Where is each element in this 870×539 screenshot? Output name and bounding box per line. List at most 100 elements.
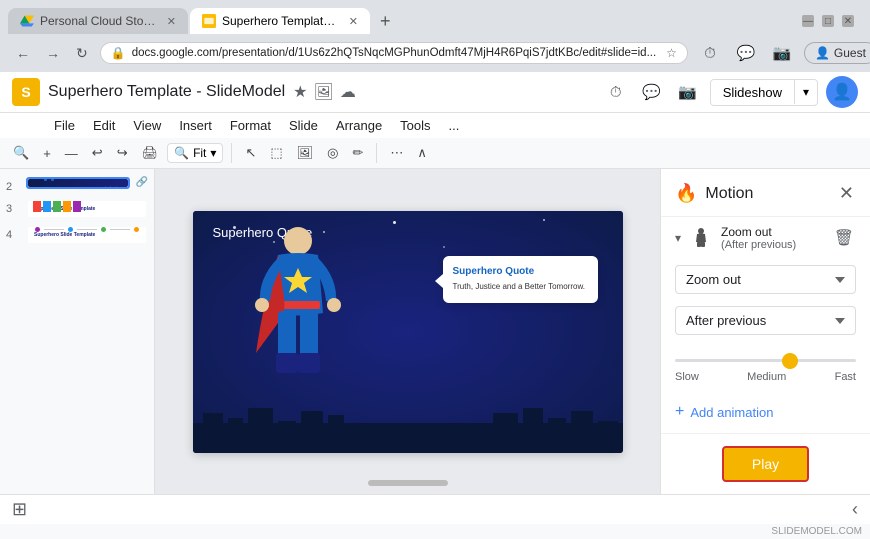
animation-item: ▾ Zoom out (After previous) 🗑 bbox=[661, 217, 870, 259]
close-button[interactable]: ✕ bbox=[842, 15, 854, 27]
watermark: SLIDEMODEL.COM bbox=[0, 524, 870, 539]
zoom-out-tool[interactable]: 🔍 bbox=[8, 142, 34, 164]
bookmark-icon[interactable]: ☆ bbox=[666, 46, 677, 60]
star-icon[interactable]: ★ bbox=[293, 82, 307, 102]
menu-view[interactable]: View bbox=[125, 115, 169, 136]
motion-panel-close-button[interactable]: ✕ bbox=[837, 181, 856, 206]
history-button[interactable]: ⏱ bbox=[696, 39, 724, 67]
back-button[interactable]: ← bbox=[12, 43, 34, 63]
url-text: docs.google.com/presentation/d/1Us6z2hQT… bbox=[132, 47, 656, 59]
medium-label: Medium bbox=[747, 371, 786, 383]
horizontal-scrollbar[interactable] bbox=[368, 480, 448, 486]
minimize-button[interactable]: — bbox=[802, 15, 814, 27]
tab-1-title: Personal Cloud Storage & File St... bbox=[40, 14, 157, 28]
more-tools[interactable]: ⋯ bbox=[385, 142, 408, 164]
undo-history-button[interactable]: ⏱ bbox=[602, 78, 630, 106]
menu-slide[interactable]: Slide bbox=[281, 115, 326, 136]
slide-thumb-3[interactable]: 3 Superhero Slide Template bbox=[6, 199, 148, 219]
comments-button[interactable]: 💬 bbox=[638, 78, 666, 106]
slide-num-3: 3 bbox=[6, 199, 20, 215]
slide-nav: ‹ bbox=[852, 499, 858, 520]
slide-num-4: 4 bbox=[6, 225, 20, 241]
meet-button[interactable]: 📷 bbox=[674, 78, 702, 106]
redo-tool[interactable]: ↪ bbox=[112, 142, 133, 164]
trigger-dropdown[interactable]: After previous On click With previous bbox=[675, 306, 856, 335]
quote-box: Superhero Quote Truth, Justice and a Bet… bbox=[443, 256, 598, 303]
account-icon: 👤 bbox=[815, 46, 830, 60]
window-controls: — □ ✕ bbox=[802, 15, 862, 27]
animation-name: Zoom out bbox=[721, 225, 824, 239]
shapes-tool[interactable]: ◎ bbox=[322, 142, 343, 164]
undo-tool[interactable]: ↩ bbox=[87, 142, 108, 164]
collaborate-button[interactable]: 👤 bbox=[826, 76, 858, 108]
guest-button[interactable]: 👤 Guest bbox=[804, 42, 870, 64]
slide-num-2: 2 bbox=[6, 177, 20, 193]
slide-link-icon-2: 🔗 bbox=[136, 177, 148, 188]
cast-button[interactable]: 💬 bbox=[732, 39, 760, 67]
cloud-icon[interactable]: ☁ bbox=[340, 82, 356, 102]
zoom-fit-box[interactable]: 🔍 Fit ▾ bbox=[167, 143, 223, 163]
doc-title: Superhero Template - SlideModel bbox=[48, 83, 285, 101]
slideshow-dropdown-button[interactable]: ▾ bbox=[794, 80, 817, 104]
guest-label: Guest bbox=[834, 46, 866, 60]
address-bar: ← → ↻ 🔒 docs.google.com/presentation/d/1… bbox=[0, 34, 870, 72]
effect-dropdown-row: Zoom out Zoom in Fade Fly in Bounce bbox=[661, 259, 870, 300]
motion-title-row: 🔥 Motion bbox=[675, 183, 753, 204]
play-row: Play bbox=[661, 433, 870, 494]
line-tool[interactable]: ✏ bbox=[348, 142, 369, 164]
browser-tab-2[interactable]: Superhero Template - SlideModel... ✕ bbox=[190, 8, 370, 34]
play-button[interactable]: Play bbox=[722, 446, 809, 482]
slide-nav-prev[interactable]: ‹ bbox=[852, 499, 858, 520]
select-tool[interactable]: ↖ bbox=[240, 142, 261, 164]
canvas-area[interactable]: Superhero Quote bbox=[155, 169, 660, 494]
motion-panel: 🔥 Motion ✕ ▾ Zoom out bbox=[660, 169, 870, 494]
camera-button[interactable]: 📷 bbox=[768, 39, 796, 67]
plus-icon: + bbox=[675, 403, 684, 421]
slide-preview-4[interactable]: Superhero Slide Template bbox=[26, 225, 148, 245]
grid-view-button[interactable]: ⊞ bbox=[12, 499, 27, 520]
collapse-toolbar[interactable]: ∧ bbox=[412, 142, 432, 164]
animation-expand-icon[interactable]: ▾ bbox=[675, 231, 681, 245]
app-toolbar: S Superhero Template - SlideModel ★ 🖼 ☁ … bbox=[0, 72, 870, 113]
effect-dropdown[interactable]: Zoom out Zoom in Fade Fly in Bounce bbox=[675, 265, 856, 294]
superhero-figure bbox=[248, 223, 338, 423]
browser-tab-1[interactable]: Personal Cloud Storage & File St... ✕ bbox=[8, 8, 188, 34]
drawing-toolbar: 🔍 + — ↩ ↪ 🖨 🔍 Fit ▾ ↖ ⬚ 🖼 ◎ ✏ ⋯ ∧ bbox=[0, 138, 870, 169]
slide-thumb-4[interactable]: 4 Superhero Slide Template bbox=[6, 225, 148, 245]
menu-edit[interactable]: Edit bbox=[85, 115, 123, 136]
move-icon[interactable]: 🖼 bbox=[314, 82, 334, 102]
slide-img-4: Superhero Slide Template bbox=[28, 227, 146, 243]
slideshow-main-button[interactable]: Slideshow bbox=[711, 80, 794, 105]
image-tool[interactable]: 🖼 bbox=[292, 142, 319, 164]
maximize-button[interactable]: □ bbox=[822, 15, 834, 27]
slide-thumb-2[interactable]: 2 ✦ ✦ ✦ Superhero Quote bbox=[6, 177, 148, 193]
tab-2-close[interactable]: ✕ bbox=[349, 15, 358, 28]
menu-file[interactable]: File bbox=[46, 115, 83, 136]
speed-row: Slow Medium Fast bbox=[661, 341, 870, 391]
speed-slider[interactable] bbox=[675, 359, 856, 362]
zoom-minus-tool[interactable]: — bbox=[60, 143, 83, 164]
animation-delete-button[interactable]: 🗑 bbox=[832, 226, 856, 250]
menu-bar: File Edit View Insert Format Slide Arran… bbox=[0, 113, 870, 138]
slide-preview-3[interactable]: Superhero Slide Template bbox=[26, 199, 148, 219]
speech-bubble-tail bbox=[435, 274, 443, 288]
tab-1-close[interactable]: ✕ bbox=[167, 15, 176, 28]
menu-more[interactable]: ... bbox=[441, 115, 468, 136]
add-animation-button[interactable]: + Add animation bbox=[675, 399, 773, 425]
slide-preview-2[interactable]: ✦ ✦ ✦ Superhero Quote bbox=[26, 177, 130, 189]
menu-insert[interactable]: Insert bbox=[171, 115, 220, 136]
reload-button[interactable]: ↻ bbox=[72, 43, 92, 64]
menu-format[interactable]: Format bbox=[222, 115, 279, 136]
forward-button[interactable]: → bbox=[42, 43, 64, 63]
menu-tools[interactable]: Tools bbox=[392, 115, 438, 136]
text-box-tool[interactable]: ⬚ bbox=[265, 142, 287, 164]
new-tab-button[interactable]: + bbox=[372, 11, 399, 32]
browser-actions: ⏱ 💬 📷 👤 Guest ⋮ bbox=[696, 39, 870, 67]
menu-arrange[interactable]: Arrange bbox=[328, 115, 390, 136]
toolbar-separator-1 bbox=[231, 143, 232, 163]
motion-panel-header: 🔥 Motion ✕ bbox=[661, 169, 870, 217]
quote-text: Truth, Justice and a Better Tomorrow. bbox=[453, 281, 588, 293]
url-box[interactable]: 🔒 docs.google.com/presentation/d/1Us6z2h… bbox=[100, 42, 688, 64]
zoom-add-tool[interactable]: + bbox=[38, 143, 56, 164]
print-tool[interactable]: 🖨 bbox=[137, 142, 164, 164]
